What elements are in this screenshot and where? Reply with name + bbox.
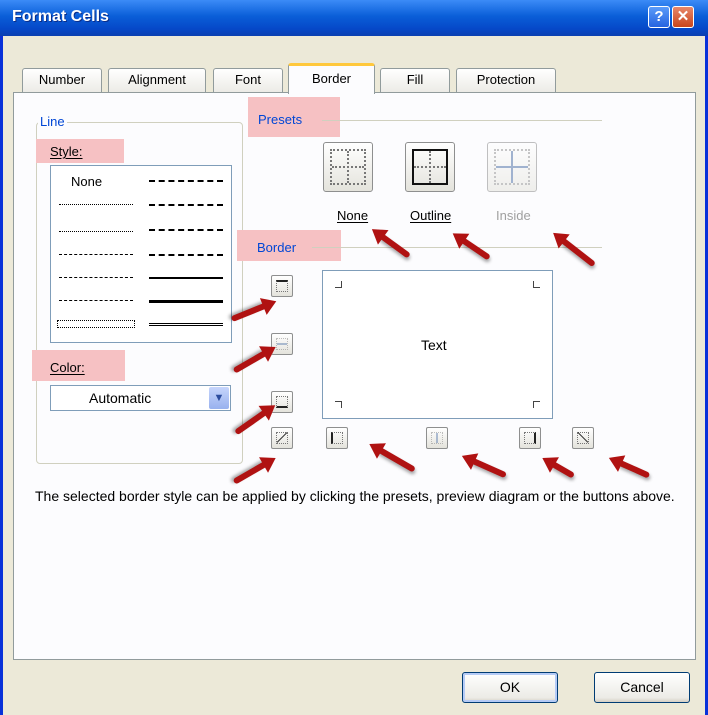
border-right-icon bbox=[524, 432, 536, 444]
diagonal-down-icon bbox=[577, 432, 589, 444]
preset-outline-button[interactable] bbox=[405, 142, 455, 192]
preset-outline-label: Outline bbox=[410, 208, 452, 223]
line-style-slanted-dash-dot[interactable] bbox=[149, 204, 223, 206]
diagonal-up-icon bbox=[276, 432, 288, 444]
border-label: Border bbox=[257, 240, 297, 255]
tab-protection[interactable]: Protection bbox=[456, 68, 556, 92]
preset-inside-button[interactable] bbox=[487, 142, 537, 192]
border-top-button[interactable] bbox=[271, 275, 293, 297]
presets-label: Presets bbox=[258, 112, 303, 127]
preset-inside-icon bbox=[494, 149, 530, 185]
preview-corner-tl bbox=[335, 281, 342, 288]
preview-corner-br bbox=[533, 401, 540, 408]
preset-outline-icon bbox=[412, 149, 448, 185]
style-label: Style: bbox=[50, 144, 83, 159]
line-style-list[interactable]: None bbox=[50, 165, 232, 343]
help-button[interactable]: ? bbox=[648, 6, 670, 28]
chevron-down-icon[interactable]: ▼ bbox=[209, 387, 229, 409]
tab-font[interactable]: Font bbox=[213, 68, 283, 92]
border-bottom-icon bbox=[276, 396, 288, 408]
tab-fill[interactable]: Fill bbox=[380, 68, 450, 92]
border-top-icon bbox=[276, 280, 288, 292]
line-style-double[interactable] bbox=[149, 323, 223, 326]
line-style-hair[interactable] bbox=[59, 204, 133, 205]
line-style-dashed[interactable] bbox=[59, 300, 133, 301]
ok-button[interactable]: OK bbox=[462, 672, 558, 703]
line-style-dash-dot[interactable] bbox=[59, 277, 133, 278]
tab-number[interactable]: Number bbox=[22, 68, 102, 92]
tab-border[interactable]: Border bbox=[288, 63, 375, 94]
line-style-medium-dash-dot-dot[interactable] bbox=[149, 180, 223, 182]
border-left-button[interactable] bbox=[326, 427, 348, 449]
line-style-medium-dash-dot[interactable] bbox=[149, 229, 223, 231]
border-right-button[interactable] bbox=[519, 427, 541, 449]
line-style-dash-dot-dot[interactable] bbox=[59, 254, 133, 255]
line-style-thick[interactable] bbox=[149, 300, 223, 303]
preset-none-label: None bbox=[337, 208, 369, 223]
color-label: Color: bbox=[50, 360, 85, 375]
title-bar[interactable]: Format Cells ? ✕ bbox=[0, 0, 708, 36]
preset-inside-label: Inside bbox=[496, 208, 531, 223]
presets-separator bbox=[322, 120, 602, 121]
preview-text: Text bbox=[421, 337, 447, 353]
description-text: The selected border style can be applied… bbox=[35, 488, 675, 504]
line-style-medium[interactable] bbox=[149, 277, 223, 279]
line-group-label: Line bbox=[38, 114, 67, 129]
close-button[interactable]: ✕ bbox=[672, 6, 694, 28]
window-title: Format Cells bbox=[12, 8, 109, 25]
diagonal-up-button[interactable] bbox=[271, 427, 293, 449]
border-inside-vertical-icon bbox=[431, 432, 443, 444]
tab-alignment[interactable]: Alignment bbox=[108, 68, 206, 92]
color-value: Automatic bbox=[89, 390, 152, 406]
cancel-button[interactable]: Cancel bbox=[594, 672, 690, 703]
color-dropdown[interactable]: Automatic ▼ bbox=[50, 385, 231, 411]
border-inside-horizontal-icon bbox=[276, 338, 288, 350]
tab-strip: Number Alignment Font Border Fill Protec… bbox=[0, 36, 708, 96]
line-style-medium-dashed[interactable] bbox=[149, 254, 223, 256]
line-style-thin-selected[interactable] bbox=[57, 320, 135, 328]
line-style-none[interactable]: None bbox=[71, 174, 102, 189]
preset-none-button[interactable] bbox=[323, 142, 373, 192]
border-inside-vertical-button[interactable] bbox=[426, 427, 448, 449]
diagonal-down-button[interactable] bbox=[572, 427, 594, 449]
preset-none-icon bbox=[330, 149, 366, 185]
border-preview[interactable]: Text bbox=[322, 270, 553, 419]
preview-corner-tr bbox=[533, 281, 540, 288]
border-left-icon bbox=[331, 432, 343, 444]
preview-corner-bl bbox=[335, 401, 342, 408]
line-style-dotted[interactable] bbox=[59, 231, 133, 232]
